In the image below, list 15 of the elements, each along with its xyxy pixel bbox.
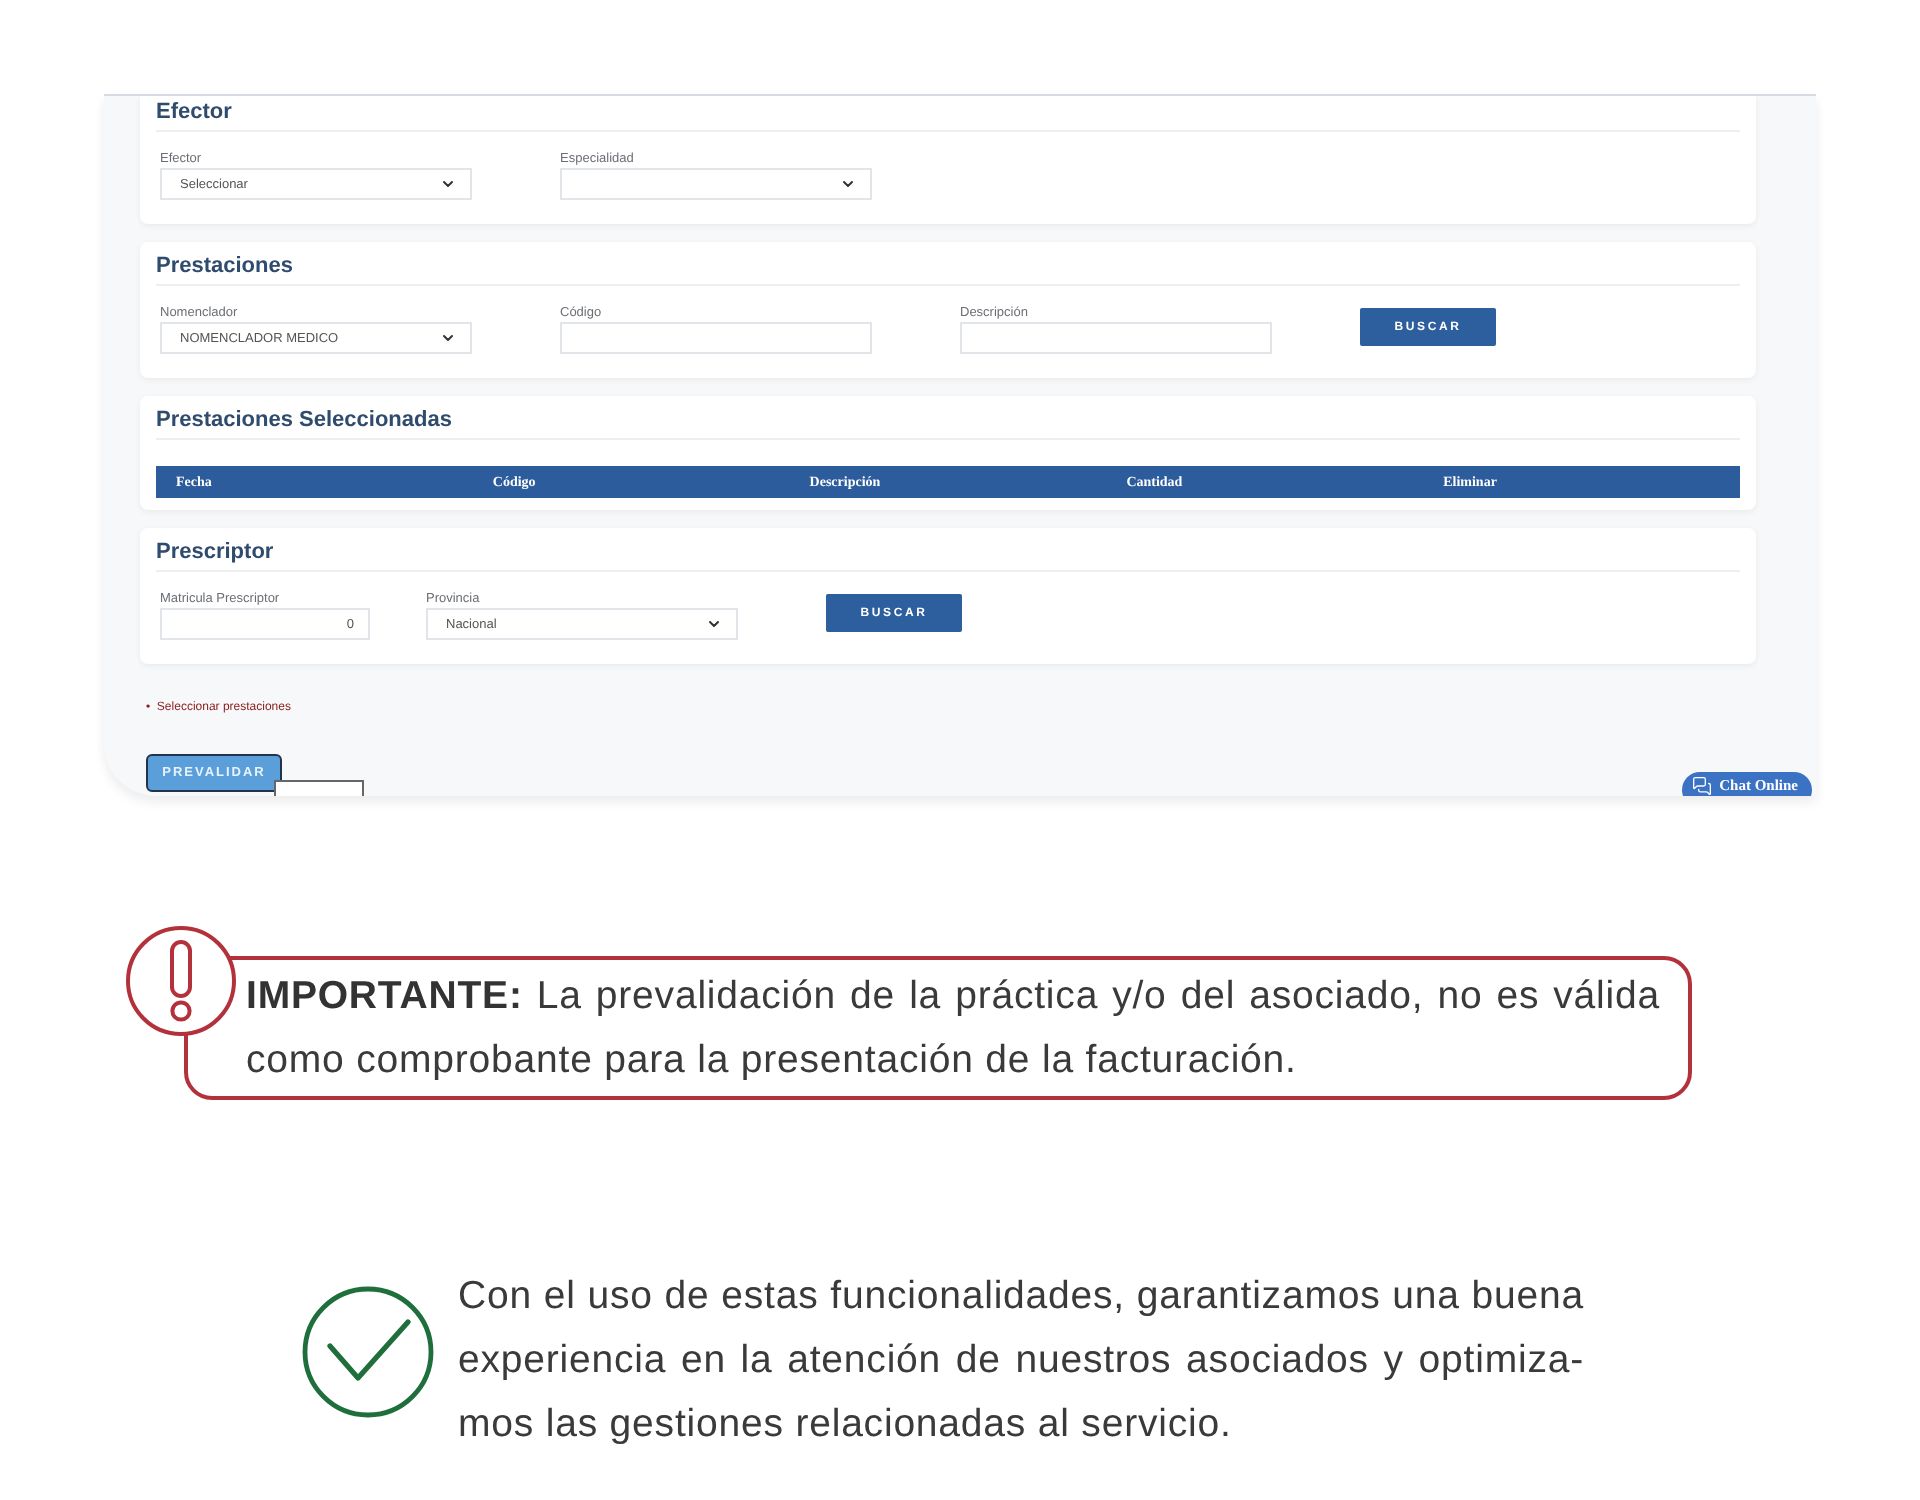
chevron-icon [840, 176, 856, 192]
chevron-icon [440, 330, 456, 346]
section-title: Efector [156, 98, 234, 126]
select-field[interactable] [560, 168, 872, 200]
section-title: Prestaciones [156, 252, 295, 280]
section-title: Prescriptor [156, 538, 276, 566]
closing-text: Con el uso de estas funcionalidades, garantizamos una buena experiencia en la atención de nuestros asociados y optimiza- mos las gestiones relacionadas al servicio. [458, 1272, 1584, 1450]
check-icon [302, 1286, 434, 1418]
chevron-icon [706, 616, 722, 632]
chevron-icon [440, 176, 456, 192]
chat-icon [1691, 776, 1712, 796]
text-field[interactable] [960, 322, 1272, 354]
note-text: IMPORTANTE: La prevalidación de la práctica y/o del asociado, no es válida como comprobante para la presentación de la facturación. [246, 972, 1660, 1086]
section-title: Prestaciones Seleccionadas [156, 406, 454, 434]
text-field[interactable] [560, 322, 872, 354]
